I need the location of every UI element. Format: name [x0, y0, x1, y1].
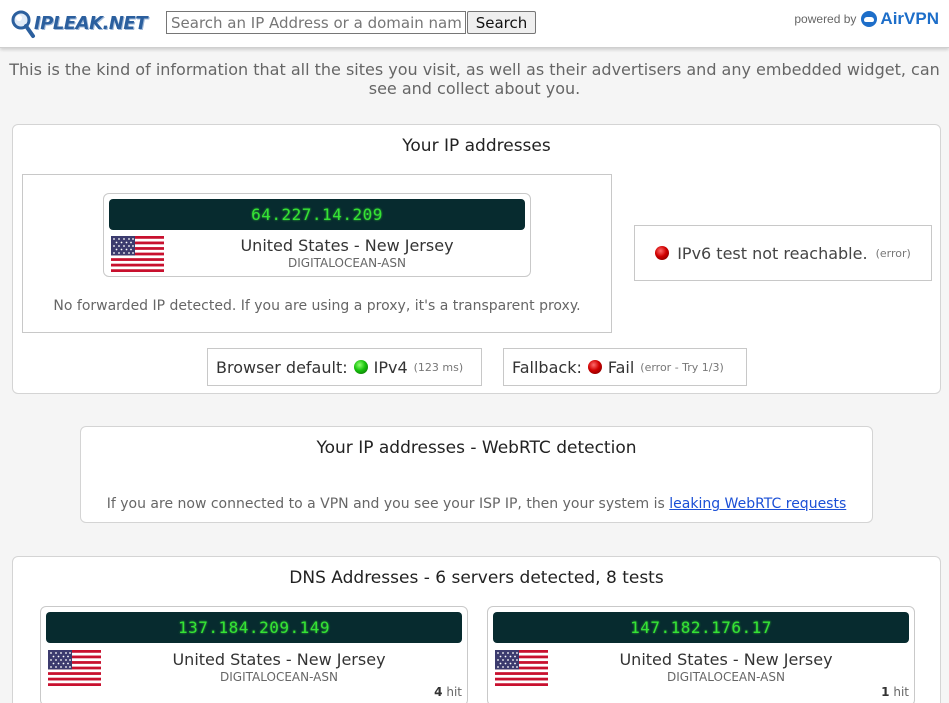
- hit-number: 1: [881, 685, 890, 699]
- airvpn-logo-icon: [861, 11, 878, 27]
- airvpn-logo[interactable]: AirVPN: [861, 9, 939, 29]
- hit-label: hit: [446, 685, 462, 699]
- us-flag-icon: [111, 236, 164, 272]
- panel-title: DNS Addresses - 6 servers detected, 8 te…: [289, 568, 664, 588]
- logo-text: IPLEAK.NET: [34, 13, 148, 34]
- dns-hit-count: 4 hit: [434, 685, 462, 699]
- panel-title: Your IP addresses - WebRTC detection: [316, 438, 637, 458]
- intro-text: This is the kind of information that all…: [9, 60, 940, 98]
- ip-location: United States - New Jersey: [240, 236, 454, 255]
- webrtc-note-text: If you are now connected to a VPN and yo…: [106, 496, 665, 512]
- fallback-label: Fallback:: [512, 357, 582, 377]
- forwarded-ip-note: No forwarded IP detected. If you are usi…: [53, 298, 581, 314]
- dns-location: United States - New Jersey: [172, 650, 386, 669]
- dns-asn: DIGITALOCEAN-ASN: [667, 670, 785, 684]
- powered-by[interactable]: powered by AirVPN: [794, 9, 939, 29]
- ip-address-display[interactable]: 64.227.14.209: [109, 199, 525, 230]
- top-header: IPLEAK.NET Search powered by AirVPN: [0, 0, 949, 48]
- dns-hit-count: 1 hit: [881, 685, 909, 699]
- browser-default-label: Browser default:: [216, 357, 348, 377]
- hit-number: 4: [434, 685, 443, 699]
- fallback-box: Fallback: Fail (error - Try 1/3): [503, 348, 747, 386]
- red-status-icon: [587, 360, 602, 374]
- ipv6-box: IPv6 test not reachable. (error): [634, 225, 932, 281]
- browser-default-box: Browser default: IPv4 (123 ms): [207, 348, 482, 386]
- webrtc-panel: Your IP addresses - WebRTC detection If …: [80, 426, 873, 523]
- hit-label: hit: [893, 685, 909, 699]
- browser-default-timing: (123 ms): [413, 360, 464, 374]
- webrtc-leak-link[interactable]: leaking WebRTC requests: [669, 496, 846, 512]
- powered-by-label: powered by: [794, 12, 857, 26]
- fallback-value: Fail: [607, 357, 635, 377]
- dns-asn: DIGITALOCEAN-ASN: [220, 670, 338, 684]
- search-button[interactable]: Search: [467, 11, 536, 34]
- green-status-icon: [353, 360, 368, 374]
- dns-ip-display[interactable]: 147.182.176.17: [493, 612, 909, 643]
- ipv4-card: 64.227.14.209 United States - New Jersey…: [103, 193, 531, 277]
- dns-server-card: 137.184.209.149 United States - New Jers…: [40, 606, 468, 703]
- ip-asn: DIGITALOCEAN-ASN: [288, 256, 406, 270]
- dns-panel: DNS Addresses - 6 servers detected, 8 te…: [12, 556, 941, 703]
- ipv6-error-note: (error): [875, 246, 911, 260]
- airvpn-brand: AirVPN: [880, 9, 939, 28]
- ip-addresses-panel: Your IP addresses 64.227.14.209 United S…: [12, 124, 941, 394]
- ipv6-message: IPv6 test not reachable.: [677, 243, 868, 263]
- search-input[interactable]: [166, 11, 466, 34]
- webrtc-note: If you are now connected to a VPN and yo…: [81, 496, 872, 512]
- ipv4-box: 64.227.14.209 United States - New Jersey…: [22, 174, 612, 333]
- ipleak-magnifier-icon: [11, 10, 35, 38]
- fallback-note: (error - Try 1/3): [640, 360, 724, 374]
- ipleak-logo[interactable]: IPLEAK.NET: [10, 9, 150, 39]
- dns-ip-display[interactable]: 137.184.209.149: [46, 612, 462, 643]
- panel-title: Your IP addresses: [402, 136, 551, 156]
- dns-server-card: 147.182.176.17 United States - New Jerse…: [487, 606, 915, 703]
- dns-location: United States - New Jersey: [619, 650, 833, 669]
- red-status-icon: [655, 246, 670, 260]
- browser-default-value: IPv4: [373, 357, 408, 377]
